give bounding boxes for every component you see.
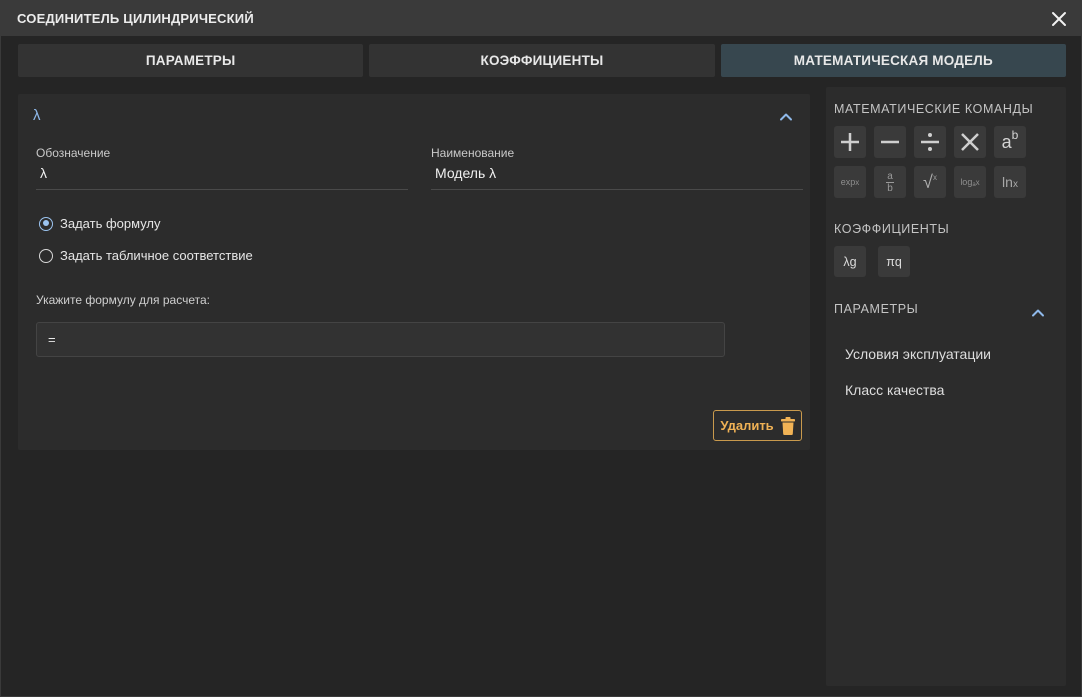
math-commands-grid: ab exp x a b √ x log a x ln x: [834, 126, 1026, 198]
section-title: λ: [33, 107, 41, 124]
tab-coefficients[interactable]: КОЭФФИЦИЕНТЫ: [369, 44, 715, 77]
fraction-icon[interactable]: a b: [874, 166, 906, 198]
name-value: Модель λ: [435, 165, 497, 181]
radio-button-checked[interactable]: [39, 216, 53, 231]
designation-field[interactable]: Обозначение λ: [36, 144, 408, 190]
param-item-quality-class[interactable]: Класс качества: [845, 382, 944, 398]
delete-button[interactable]: Удалить: [713, 410, 802, 441]
close-icon[interactable]: [1049, 9, 1069, 29]
delete-label: Удалить: [720, 418, 774, 433]
side-panel: МАТЕМАТИЧЕСКИЕ КОМАНДЫ ab exp x a b √ x …: [826, 87, 1066, 686]
dialog-window: СОЕДИНИТЕЛЬ ЦИЛИНДРИЧЕСКИЙ ПАРАМЕТРЫ КОЭ…: [0, 0, 1082, 697]
multiply-icon[interactable]: [954, 126, 986, 158]
param-item-operating-conditions[interactable]: Условия эксплуатации: [845, 346, 991, 362]
exp-icon[interactable]: exp x: [834, 166, 866, 198]
radio-label: Задать формулу: [60, 216, 161, 231]
minus-icon[interactable]: [874, 126, 906, 158]
coef-pi-q-button[interactable]: πq: [878, 246, 910, 277]
radio-button[interactable]: [39, 248, 53, 263]
sqrt-icon[interactable]: √ x: [914, 166, 946, 198]
chevron-up-icon[interactable]: [778, 109, 794, 125]
window-title: СОЕДИНИТЕЛЬ ЦИЛИНДРИЧЕСКИЙ: [17, 11, 254, 26]
parameters-title: ПАРАМЕТРЫ: [834, 302, 919, 316]
chevron-up-icon[interactable]: [1030, 305, 1046, 321]
designation-value: λ: [40, 165, 47, 181]
radio-set-formula[interactable]: Задать формулу: [39, 216, 161, 231]
math-commands-title: МАТЕМАТИЧЕСКИЕ КОМАНДЫ: [834, 102, 1034, 116]
coefficients-title: КОЭФФИЦИЕНТЫ: [834, 222, 950, 236]
radio-set-table[interactable]: Задать табличное соответствие: [39, 248, 253, 263]
ln-icon[interactable]: ln x: [994, 166, 1026, 198]
power-icon[interactable]: ab: [994, 126, 1026, 158]
name-field[interactable]: Наименование Модель λ: [431, 144, 803, 190]
coef-lambda-g-button[interactable]: λg: [834, 246, 866, 277]
tab-math-model[interactable]: МАТЕМАТИЧЕСКАЯ МОДЕЛЬ: [720, 44, 1066, 77]
trash-icon: [780, 416, 795, 435]
name-label: Наименование: [431, 146, 515, 160]
coefficients-list: λg πq: [834, 246, 910, 277]
designation-label: Обозначение: [36, 146, 111, 160]
tab-bar: ПАРАМЕТРЫ КОЭФФИЦИЕНТЫ МАТЕМАТИЧЕСКАЯ МО…: [18, 44, 1066, 77]
formula-input[interactable]: =: [36, 322, 725, 357]
log-icon[interactable]: log a x: [954, 166, 986, 198]
model-editor-panel: λ Обозначение λ Наименование Модель λ За…: [18, 94, 810, 450]
title-bar: СОЕДИНИТЕЛЬ ЦИЛИНДРИЧЕСКИЙ: [1, 1, 1081, 36]
formula-label: Укажите формулу для расчета:: [36, 293, 210, 307]
radio-label: Задать табличное соответствие: [60, 248, 253, 263]
tab-parameters[interactable]: ПАРАМЕТРЫ: [18, 44, 364, 77]
plus-icon[interactable]: [834, 126, 866, 158]
divide-icon[interactable]: [914, 126, 946, 158]
